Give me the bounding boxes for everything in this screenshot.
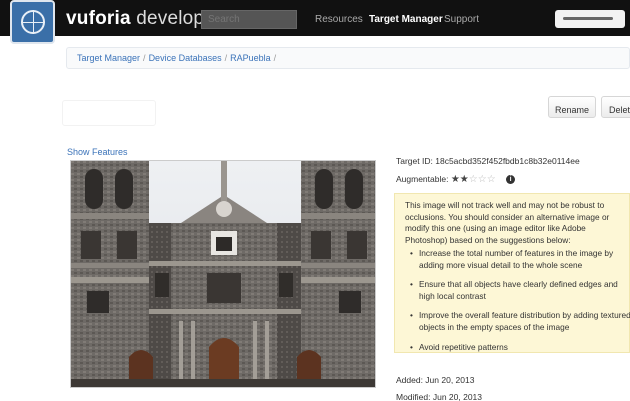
info-icon[interactable]: i: [506, 175, 516, 184]
nav-target-manager[interactable]: Target Manager: [369, 14, 443, 25]
breadcrumb-target-manager[interactable]: Target Manager: [77, 53, 140, 63]
breadcrumb: Target Manager / Device Databases / RAPuebla…: [66, 47, 630, 69]
show-features-link[interactable]: Show Features: [67, 147, 128, 157]
logo-crosshair-icon: [21, 10, 45, 34]
suggestion-item: Ensure that all objects have clearly def…: [410, 279, 630, 302]
modified-date: Modified: Jun 20, 2013: [396, 392, 483, 401]
star-filled-icon: ★: [450, 174, 460, 185]
breadcrumb-separator: /: [273, 53, 277, 63]
nav-support[interactable]: Support: [444, 14, 479, 25]
star-empty-icon: ☆: [486, 174, 496, 185]
tracking-warning-box: This image will not track well and may n…: [394, 193, 630, 353]
added-date: Added: Jun 20, 2013: [396, 375, 475, 385]
vuforia-logo[interactable]: [10, 0, 55, 44]
brand-bold: vuforia: [66, 8, 131, 29]
augmentable-rating: Augmentable: ★★☆☆☆ i: [396, 174, 516, 185]
account-menu[interactable]: [555, 10, 625, 28]
rename-button[interactable]: Rename: [548, 96, 596, 118]
star-filled-icon: ★: [459, 174, 469, 185]
delete-button[interactable]: Delete: [601, 96, 630, 118]
warning-intro: This image will not track well and may n…: [405, 200, 610, 245]
suggestion-item: Improve the overall feature distribution…: [410, 310, 630, 333]
redacted-username: [563, 17, 613, 20]
search-input[interactable]: [201, 10, 297, 29]
suggestion-item: Avoid repetitive patterns: [410, 342, 630, 354]
suggestion-item: Increase the total number of features in…: [410, 248, 630, 271]
star-rating: ★★☆☆☆: [451, 174, 496, 185]
target-title-box: [62, 100, 156, 126]
suggestion-list: Increase the total number of features in…: [410, 248, 630, 361]
breadcrumb-separator: /: [143, 53, 146, 63]
target-image: [70, 160, 376, 388]
breadcrumb-rapuebla[interactable]: RAPuebla: [230, 53, 271, 63]
breadcrumb-separator: /: [224, 53, 228, 63]
top-nav-bar: vuforia developer Resources Target Manag…: [0, 0, 630, 36]
brand-name[interactable]: vuforia developer: [66, 8, 221, 30]
breadcrumb-device-databases[interactable]: Device Databases: [149, 53, 222, 63]
star-empty-icon: ☆: [477, 174, 487, 185]
target-id: Target ID: 18c5acbd352f452fbdb1c8b32e011…: [396, 156, 580, 166]
nav-resources[interactable]: Resources: [315, 14, 363, 25]
target-id-value: 18c5acbd352f452fbdb1c8b32e0114ee: [435, 156, 580, 166]
cathedral-image: [71, 161, 375, 387]
star-empty-icon: ☆: [468, 174, 478, 185]
